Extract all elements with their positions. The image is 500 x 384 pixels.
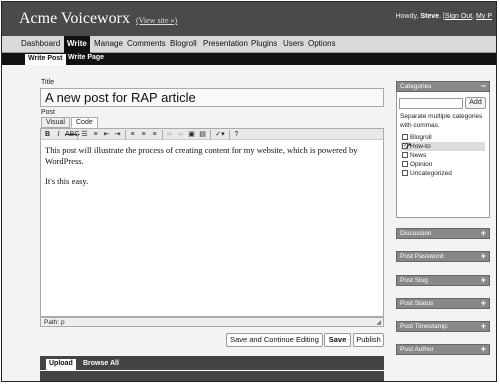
content-paragraph: This post will illustrate the process of… <box>45 145 358 166</box>
menu-presentation[interactable]: Presentation <box>203 39 248 48</box>
align-center-icon[interactable]: ≡ <box>139 130 148 139</box>
menu-options[interactable]: Options <box>308 39 336 48</box>
category-list: Blogroll ✓ How-to News Opinion Uncategori… <box>401 133 485 178</box>
upload-panel: Upload Browse All <box>40 356 384 381</box>
category-item[interactable]: Blogroll <box>401 133 485 142</box>
category-item[interactable]: Opinion <box>401 160 485 169</box>
post-content-editor[interactable]: This post will illustrate the process of… <box>40 140 384 317</box>
menu-write[interactable]: Write <box>64 36 90 54</box>
collapse-icon[interactable]: − <box>481 81 486 91</box>
post-editor-area: Title A new post for RAP article Post Vi… <box>34 65 394 381</box>
expand-icon[interactable]: + <box>481 228 486 238</box>
menu-blogroll[interactable]: Blogroll <box>170 39 197 48</box>
expand-icon[interactable]: + <box>481 251 486 261</box>
numbered-list-icon[interactable]: ≡ <box>91 130 100 139</box>
content-paragraph: It's this easy. <box>45 176 89 186</box>
post-slug-header[interactable]: Post Slug + <box>396 275 490 286</box>
category-item[interactable]: News <box>401 151 485 160</box>
expand-icon[interactable]: + <box>481 298 486 308</box>
admin-header: Acme Voiceworx (View site ») Howdy, Stev… <box>2 2 496 36</box>
toolbar-divider <box>210 130 211 139</box>
post-title-input[interactable]: A new post for RAP article <box>40 88 384 107</box>
checkbox[interactable] <box>402 170 408 176</box>
username: Steve <box>420 13 440 20</box>
help-icon[interactable]: ? <box>232 130 241 139</box>
expand-icon[interactable]: + <box>481 321 486 331</box>
sign-out-link[interactable]: Sign Out <box>445 13 472 20</box>
bullet-list-icon[interactable]: ☰ <box>80 130 89 139</box>
editor-path: Path: p <box>44 319 65 326</box>
save-continue-button[interactable]: Save and Continue Editing <box>226 333 323 347</box>
menu-plugins[interactable]: Plugins <box>251 39 277 48</box>
view-site-link[interactable]: (View site ») <box>136 16 177 25</box>
italic-icon[interactable]: I <box>54 130 63 139</box>
checkbox[interactable] <box>402 152 408 158</box>
toolbar-divider <box>229 130 230 139</box>
mouse-cursor-icon: ➚ <box>405 141 412 150</box>
category-item[interactable]: Uncategorized <box>401 169 485 178</box>
user-greeting: Howdy, Steve. [Sign Out, My P <box>395 13 492 20</box>
app-window: Acme Voiceworx (View site ») Howdy, Stev… <box>1 1 497 382</box>
tab-code[interactable]: Code <box>71 117 98 128</box>
publish-button[interactable]: Publish <box>353 333 384 347</box>
post-password-header[interactable]: Post Password + <box>396 251 490 262</box>
post-status-header[interactable]: Post Status + <box>396 298 490 309</box>
editor-toolbar: B I ABC ☰ ≡ ⇤ ⇥ ≡ ≡ ≡ ∞ ∞ ▣ ▤ ✓▾ ? <box>40 128 384 140</box>
tab-visual[interactable]: Visual <box>41 117 70 128</box>
site-name: Acme Voiceworx <box>19 10 130 27</box>
site-title: Acme Voiceworx (View site ») <box>19 10 177 28</box>
post-timestamp-header[interactable]: Post Timestamp: + <box>396 321 490 332</box>
toolbar-divider <box>125 130 126 139</box>
title-label: Title <box>41 79 54 86</box>
menu-comments[interactable]: Comments <box>127 39 166 48</box>
my-profile-link[interactable]: My P <box>476 13 492 20</box>
save-button[interactable]: Save <box>324 333 351 347</box>
submenu-write-post[interactable]: Write Post <box>25 54 66 65</box>
add-category-button[interactable]: Add <box>465 97 486 109</box>
unlink-icon[interactable]: ∞ <box>176 130 185 139</box>
align-right-icon[interactable]: ≡ <box>150 130 159 139</box>
discussion-header[interactable]: Discussion + <box>396 228 490 239</box>
toolbar-divider <box>77 130 78 139</box>
resize-handle-icon[interactable]: ◢ <box>376 319 381 326</box>
category-help-text: Separate multiple categories with commas… <box>400 113 483 129</box>
tab-browse-all[interactable]: Browse All <box>80 359 122 370</box>
indent-icon[interactable]: ⇥ <box>113 130 122 139</box>
main-menu: Dashboard Write Manage Comments Blogroll… <box>2 36 496 54</box>
new-category-input[interactable] <box>399 98 463 109</box>
more-icon[interactable]: ▤ <box>198 130 207 139</box>
categories-panel: Add Separate multiple categories with co… <box>396 92 490 218</box>
editor-path-bar: Path: p ◢ <box>40 317 384 327</box>
checkbox[interactable] <box>402 134 408 140</box>
expand-icon[interactable]: + <box>481 344 486 354</box>
write-submenu: Write Post Write Page <box>2 53 496 65</box>
link-icon[interactable]: ∞ <box>165 130 174 139</box>
image-icon[interactable]: ▣ <box>187 130 196 139</box>
post-author-header[interactable]: Post Author + <box>396 344 490 355</box>
expand-icon[interactable]: + <box>481 275 486 285</box>
menu-dashboard[interactable]: Dashboard <box>21 39 60 48</box>
bold-icon[interactable]: B <box>43 130 52 139</box>
category-item[interactable]: ✓ How-to <box>401 142 485 151</box>
outdent-icon[interactable]: ⇤ <box>102 130 111 139</box>
checkbox[interactable] <box>402 161 408 167</box>
upload-divider <box>40 370 384 371</box>
post-label: Post <box>41 109 56 116</box>
submenu-write-page[interactable]: Write Page <box>68 54 104 65</box>
strikethrough-icon[interactable]: ABC <box>65 130 79 139</box>
toolbar-divider <box>162 130 163 139</box>
menu-manage[interactable]: Manage <box>94 39 123 48</box>
categories-header[interactable]: Categories − <box>396 81 490 92</box>
spellcheck-icon[interactable]: ✓▾ <box>213 130 227 139</box>
align-left-icon[interactable]: ≡ <box>128 130 137 139</box>
menu-users[interactable]: Users <box>283 39 304 48</box>
tab-upload[interactable]: Upload <box>46 359 76 370</box>
